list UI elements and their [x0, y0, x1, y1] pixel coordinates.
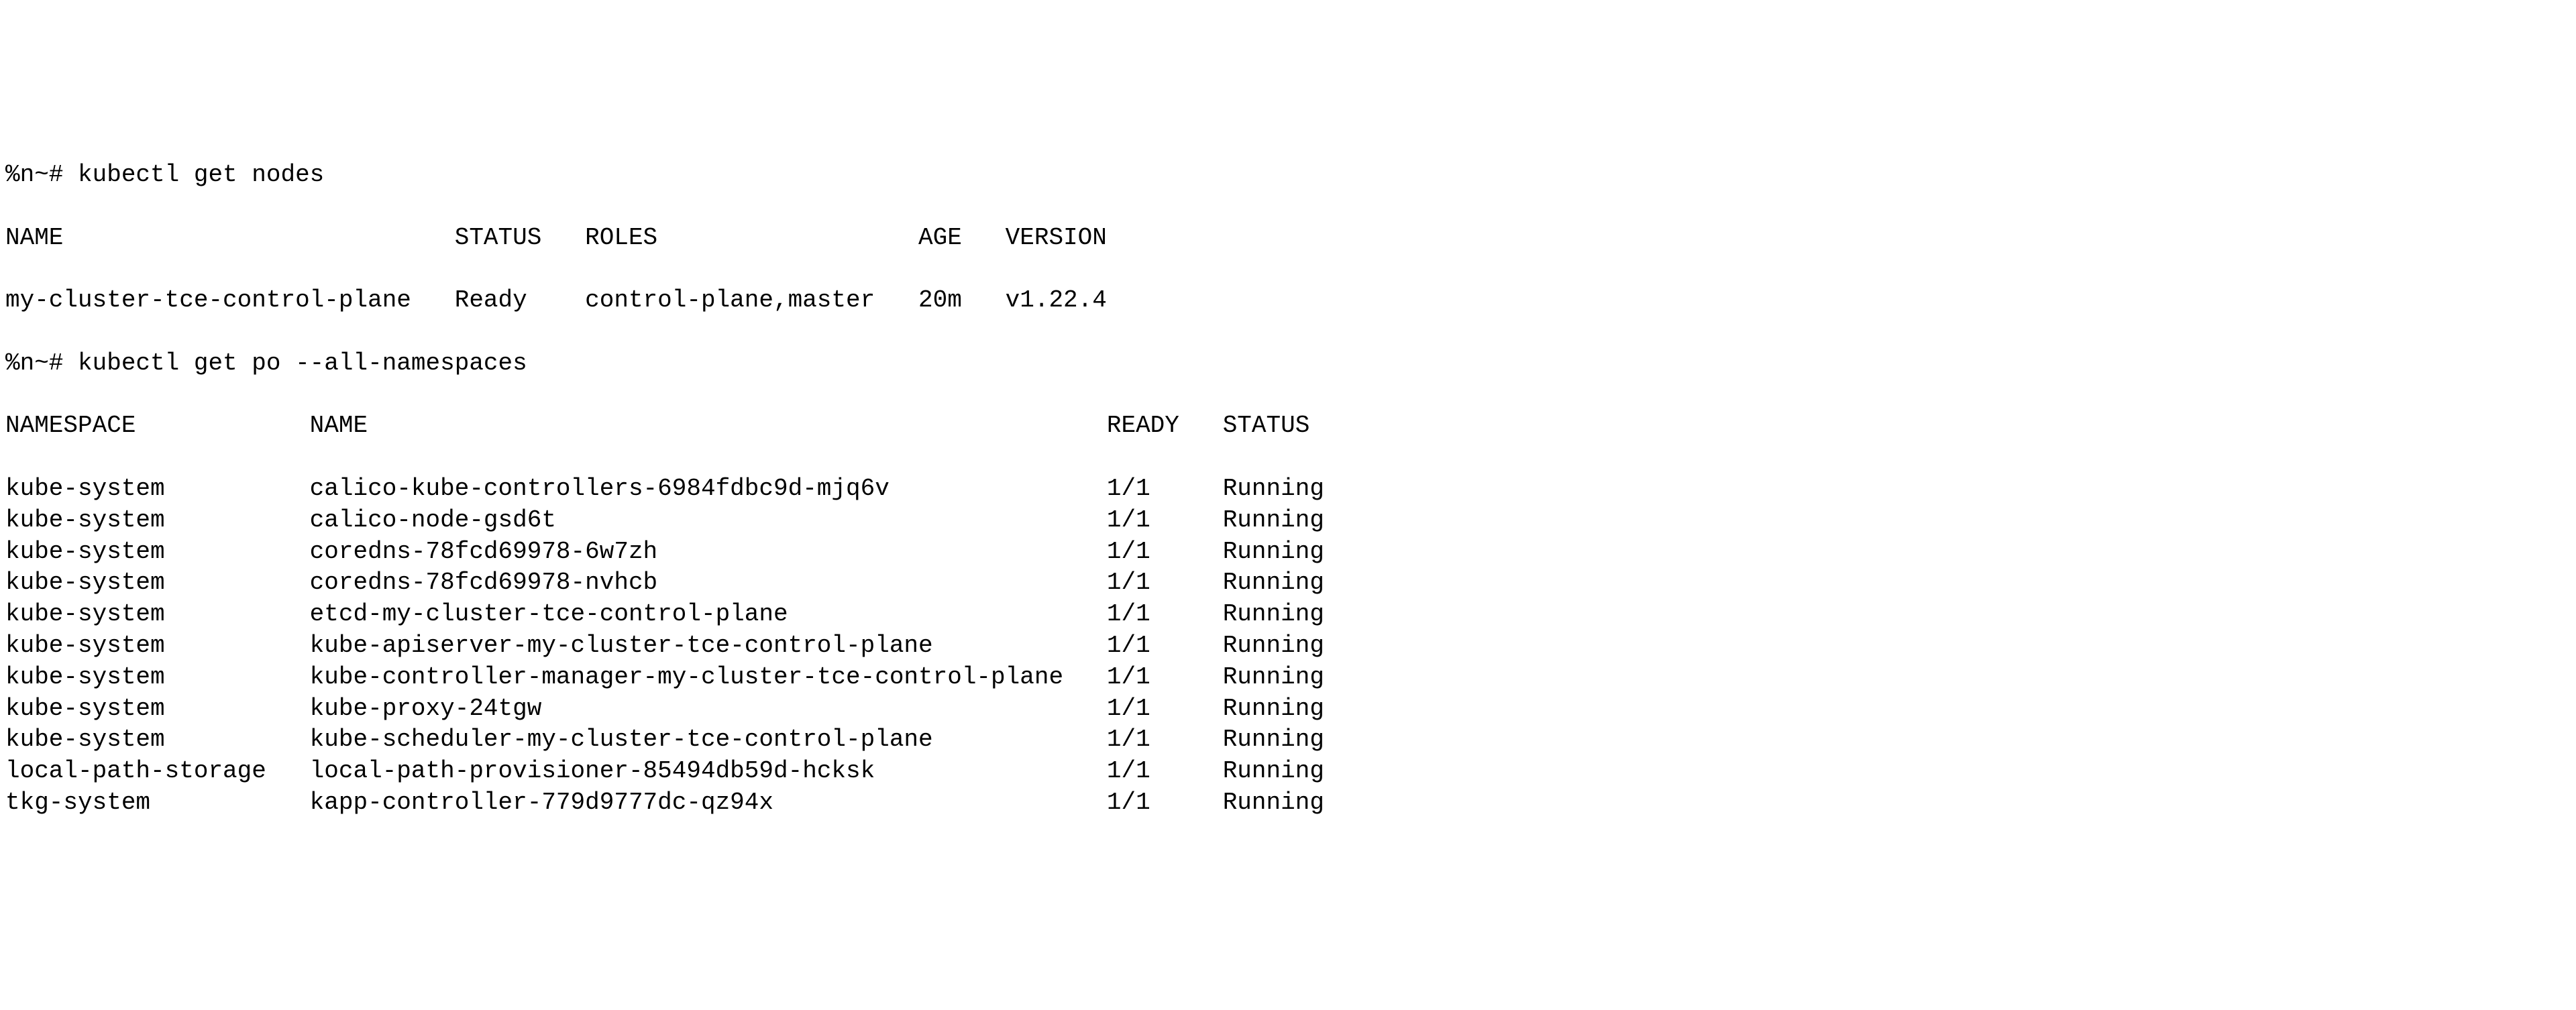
pods-table-row: kube-system kube-controller-manager-my-c…	[5, 662, 2571, 693]
command-line-1: %n~# kubectl get nodes	[5, 160, 2571, 191]
pods-table-row: kube-system coredns-78fcd69978-nvhcb 1/1…	[5, 567, 2571, 599]
pods-table-row: kube-system kube-proxy-24tgw 1/1 Running	[5, 693, 2571, 725]
pods-table-row: local-path-storage local-path-provisione…	[5, 756, 2571, 787]
pods-table-row: kube-system calico-node-gsd6t 1/1 Runnin…	[5, 505, 2571, 537]
pods-table-row: kube-system calico-kube-controllers-6984…	[5, 473, 2571, 505]
command-line-2: %n~# kubectl get po --all-namespaces	[5, 348, 2571, 380]
pods-table-row: kube-system kube-scheduler-my-cluster-tc…	[5, 724, 2571, 756]
pods-table-row: kube-system coredns-78fcd69978-6w7zh 1/1…	[5, 537, 2571, 568]
nodes-table-row: my-cluster-tce-control-plane Ready contr…	[5, 285, 2571, 317]
pods-table-row: tkg-system kapp-controller-779d9777dc-qz…	[5, 787, 2571, 819]
nodes-table-header: NAME STATUS ROLES AGE VERSION	[5, 223, 2571, 254]
pods-table-header: NAMESPACE NAME READY STATUS	[5, 410, 2571, 442]
pods-table-row: kube-system kube-apiserver-my-cluster-tc…	[5, 630, 2571, 662]
pods-table-row: kube-system etcd-my-cluster-tce-control-…	[5, 599, 2571, 630]
terminal-output: %n~# kubectl get nodes NAME STATUS ROLES…	[0, 125, 2576, 852]
